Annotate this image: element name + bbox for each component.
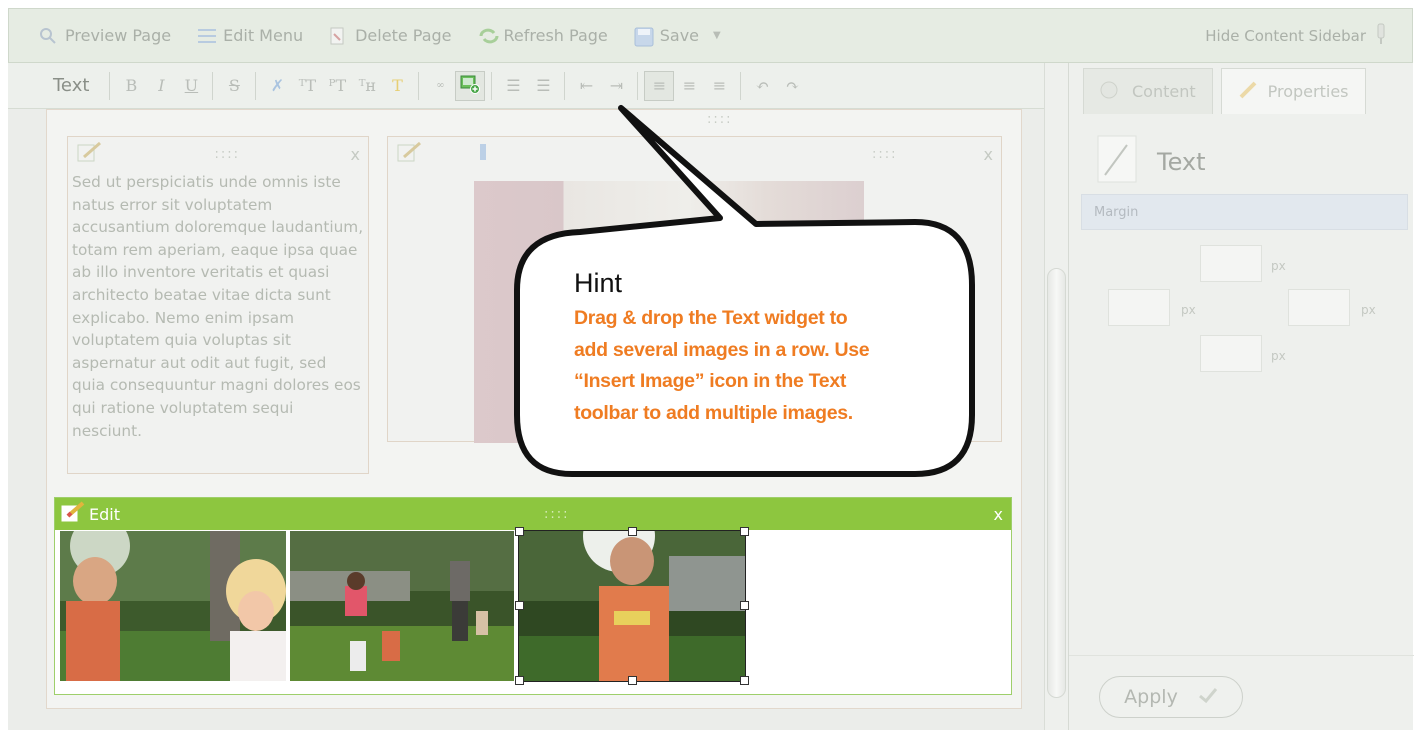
hint-line: Drag & drop the Text widget to bbox=[574, 307, 848, 329]
hint-title: Hint bbox=[574, 268, 623, 298]
hint-line: add several images in a row. Use bbox=[574, 338, 870, 361]
hint-text: Drag & drop the Text widget to add sever… bbox=[574, 303, 954, 429]
hint-callout: Hint Drag & drop the Text widget to add … bbox=[574, 268, 954, 429]
hint-line: toolbar to add multiple images. bbox=[574, 401, 853, 424]
hint-line: “Insert Image” icon in the Text bbox=[574, 370, 847, 392]
